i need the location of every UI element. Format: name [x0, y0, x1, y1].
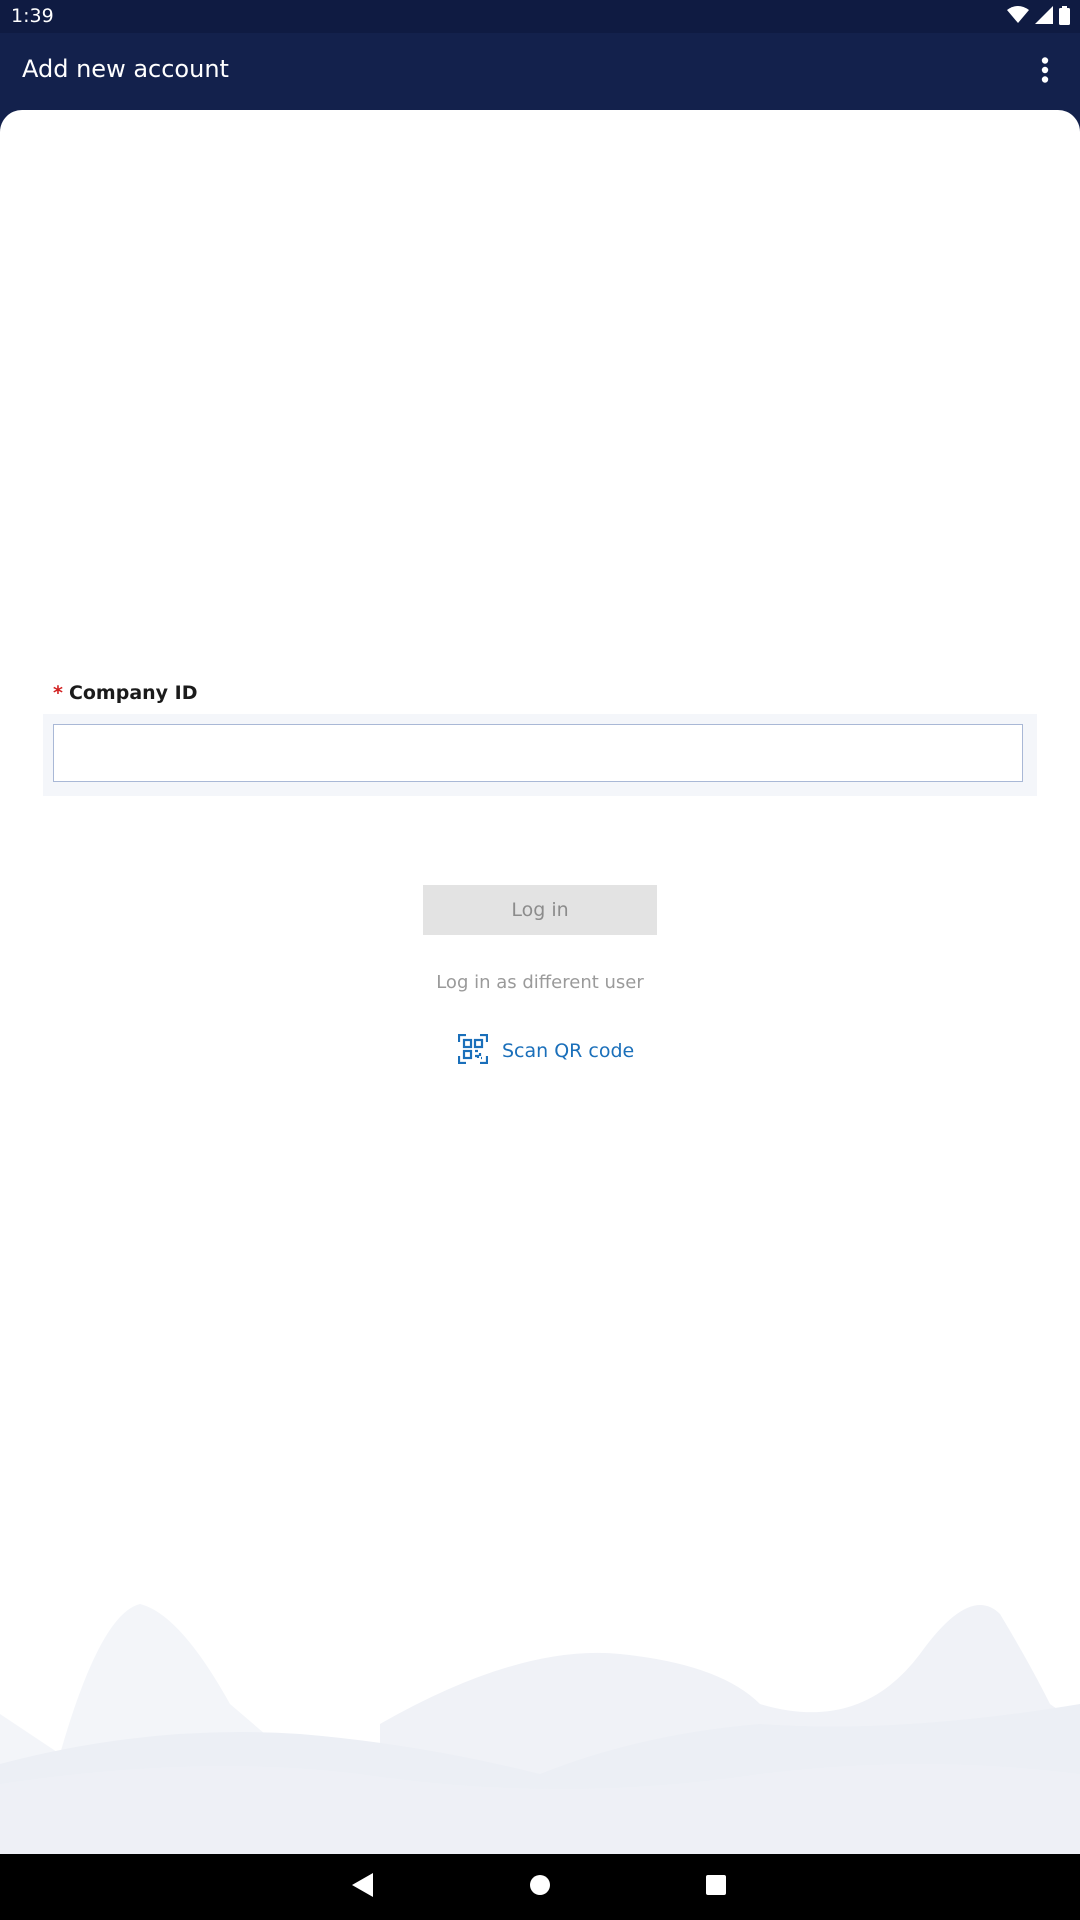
- recents-icon: [706, 1875, 726, 1899]
- recents-button[interactable]: [696, 1867, 736, 1907]
- background-mountains: [0, 1604, 1080, 1854]
- required-marker: *: [53, 682, 63, 704]
- back-button[interactable]: [343, 1867, 383, 1907]
- home-icon: [529, 1874, 551, 1900]
- status-time: 1:39: [11, 5, 54, 27]
- main-content: * Company ID Log in Log in as different u…: [0, 110, 1080, 1854]
- more-vert-icon: [1041, 57, 1049, 87]
- company-id-label-text: Company ID: [68, 682, 198, 704]
- page-title: Add new account: [22, 55, 229, 83]
- home-button[interactable]: [520, 1867, 560, 1907]
- app-bar: Add new account: [0, 33, 1080, 111]
- system-nav-bar: [0, 1854, 1080, 1920]
- login-different-user-link[interactable]: Log in as different user: [0, 972, 1080, 993]
- scan-qr-label: Scan QR code: [502, 1040, 635, 1062]
- company-id-field-container: [43, 714, 1037, 796]
- back-icon: [352, 1873, 374, 1901]
- status-bar: 1:39: [0, 0, 1080, 33]
- company-id-label: * Company ID: [53, 682, 198, 704]
- scan-qr-button[interactable]: Scan QR code: [457, 1033, 635, 1069]
- company-id-field[interactable]: [53, 724, 1023, 782]
- qr-scan-icon: [457, 1033, 489, 1069]
- login-button[interactable]: Log in: [423, 885, 657, 935]
- more-options-button[interactable]: [1022, 49, 1068, 95]
- battery-icon: [1059, 5, 1070, 29]
- signal-icon: [1035, 6, 1053, 28]
- wifi-icon: [1007, 6, 1029, 28]
- status-icons: [1007, 5, 1070, 29]
